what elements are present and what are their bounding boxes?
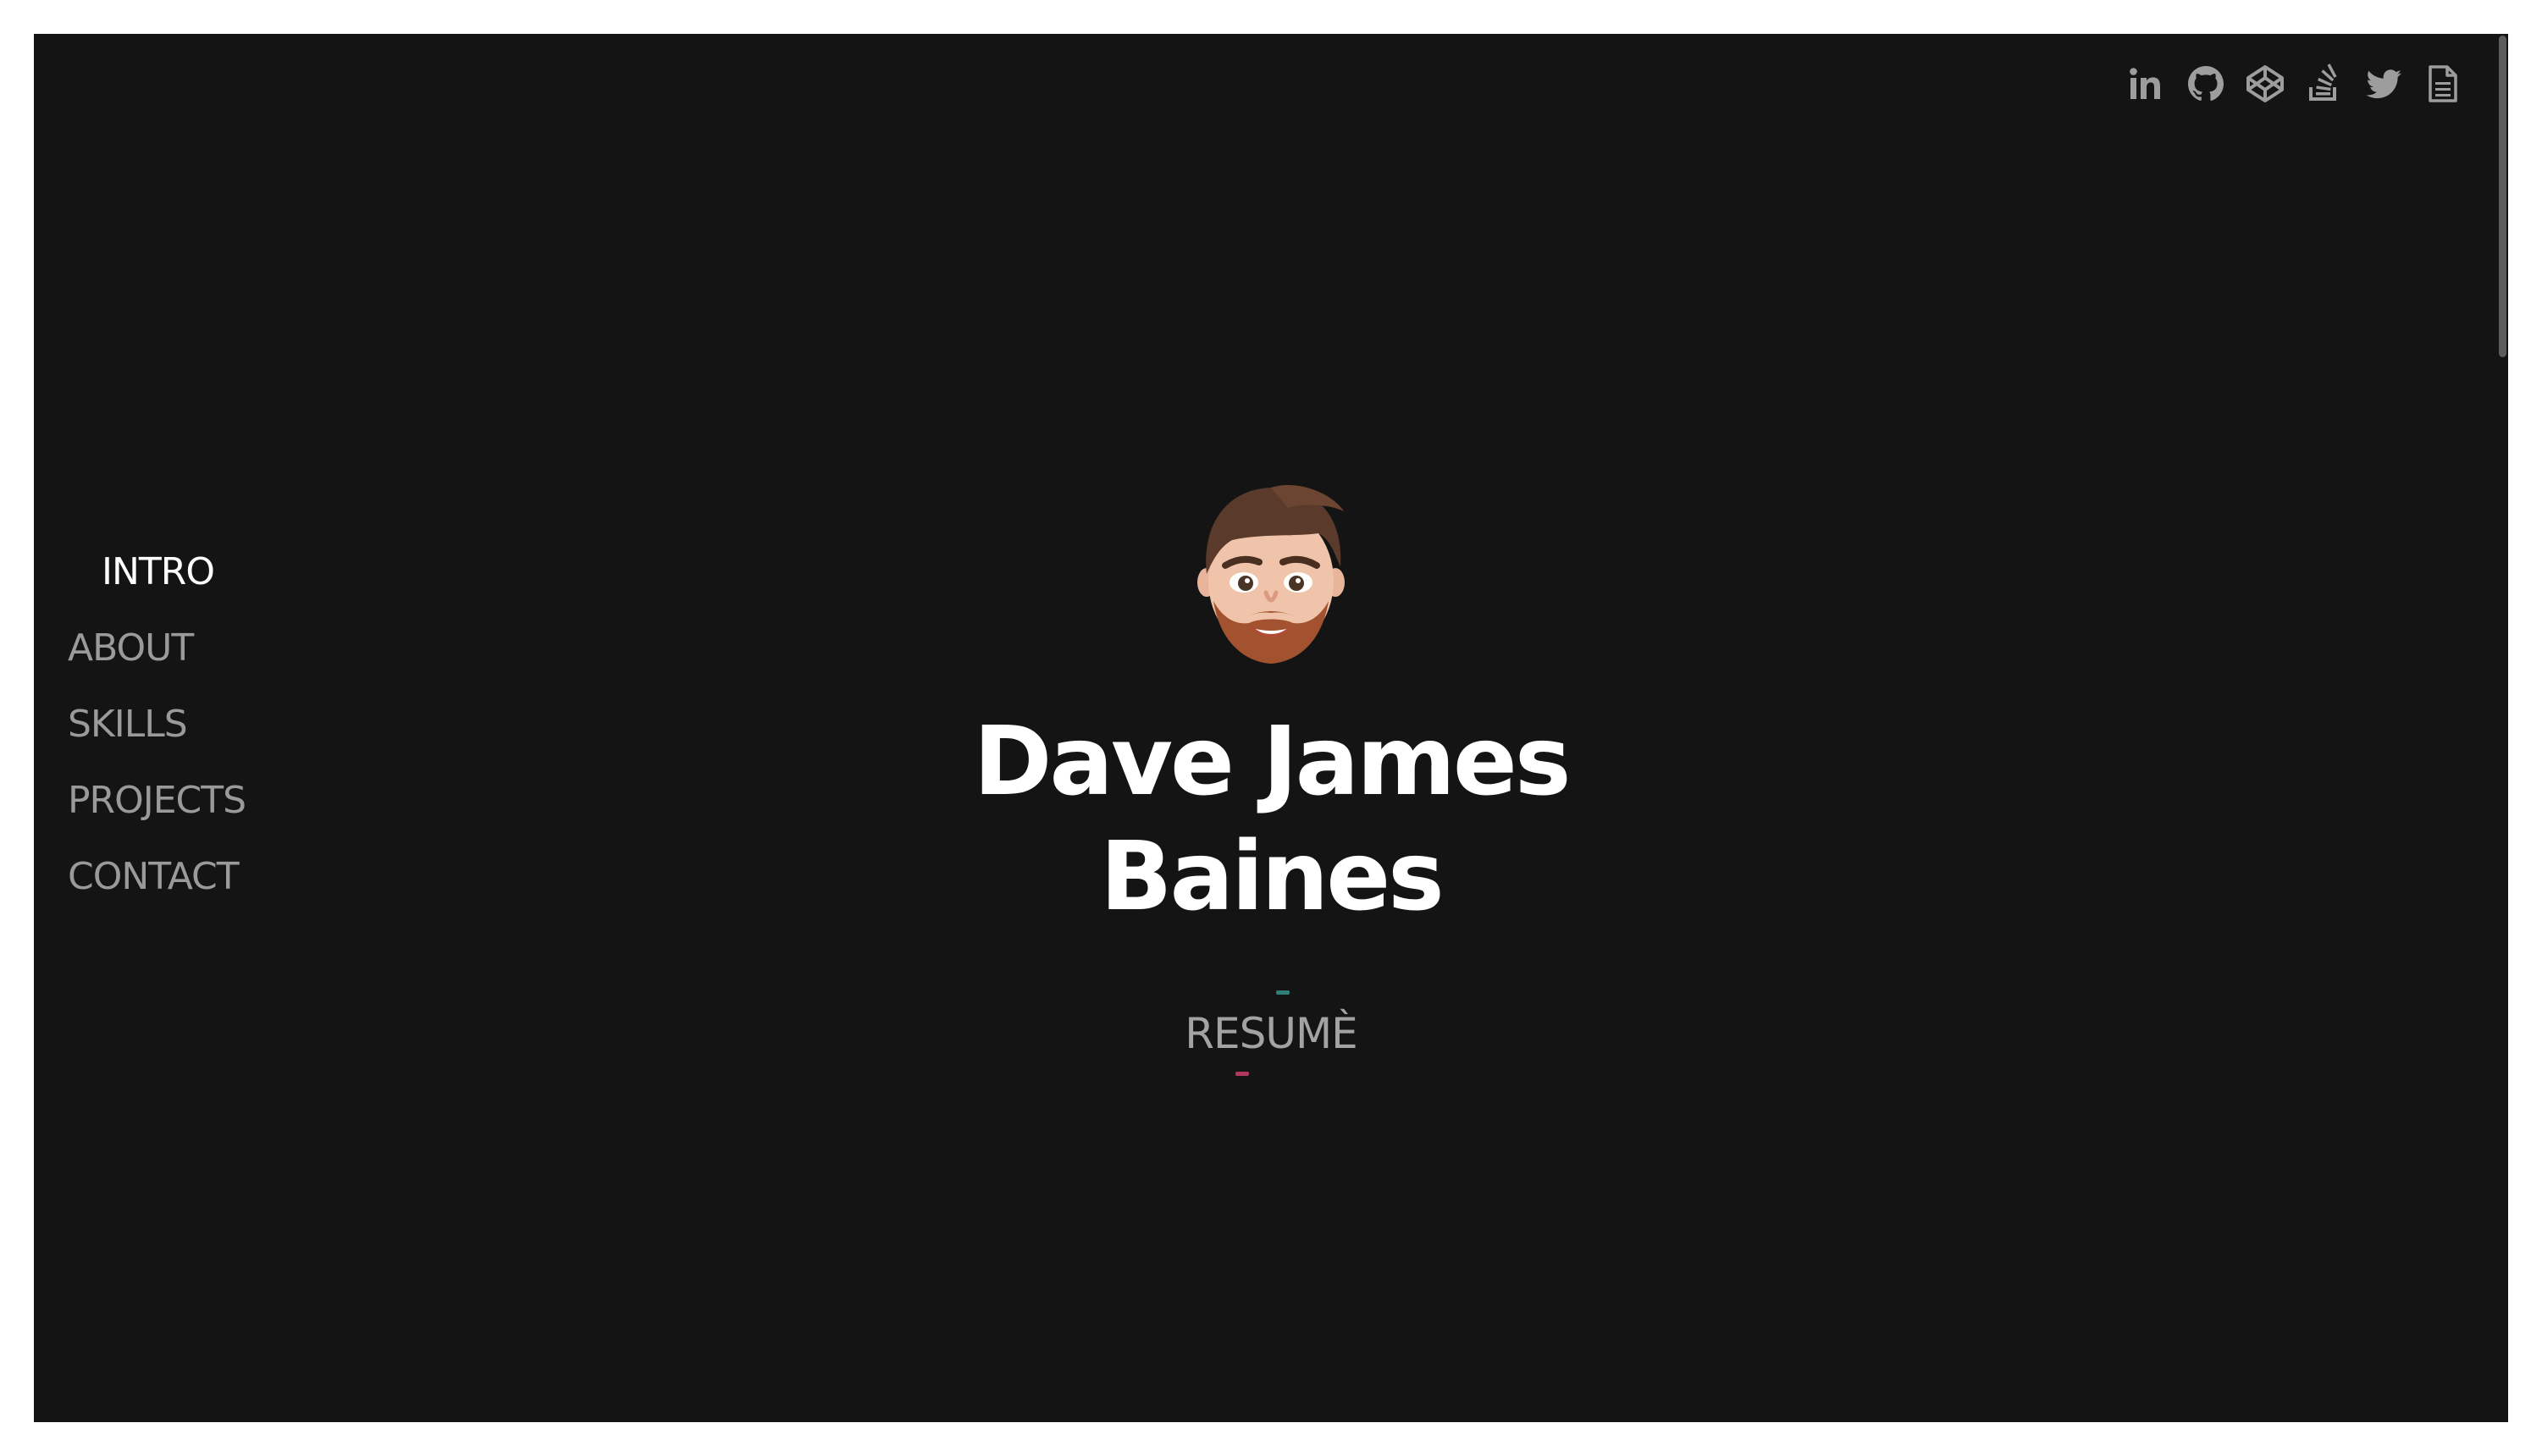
resume-button-wrap: RESUMÈ: [1169, 987, 1373, 1080]
accent-dash-teal: [1276, 990, 1290, 995]
twitter-icon: [2366, 69, 2401, 99]
stackoverflow-link[interactable]: [2303, 63, 2346, 105]
document-icon: [2429, 65, 2457, 102]
hero-name: Dave James Baines: [973, 704, 1571, 935]
scrollbar-thumb[interactable]: [2499, 36, 2506, 357]
resume-doc-link[interactable]: [2422, 63, 2464, 105]
codepen-icon: [2246, 65, 2284, 102]
twitter-link[interactable]: [2362, 63, 2405, 105]
resume-button[interactable]: RESUMÈ: [1185, 1009, 1357, 1058]
linkedin-link[interactable]: [2125, 63, 2168, 105]
github-icon: [2188, 66, 2224, 101]
page-frame: INTRO ABOUT SKILLS PROJECTS CONTACT Dave…: [34, 34, 2508, 1422]
hero-name-line2: Baines: [1100, 822, 1445, 932]
accent-dash-pink: [1235, 1072, 1249, 1076]
hero-section: Dave James Baines RESUMÈ: [34, 474, 2508, 1080]
codepen-link[interactable]: [2244, 63, 2286, 105]
avatar: [1197, 484, 1345, 664]
github-link[interactable]: [2185, 63, 2227, 105]
linkedin-icon: [2130, 68, 2160, 99]
social-links: [2125, 63, 2464, 105]
stackoverflow-icon: [2309, 63, 2337, 101]
scrollbar[interactable]: [2498, 34, 2508, 1422]
hero-name-line1: Dave James: [973, 707, 1571, 817]
